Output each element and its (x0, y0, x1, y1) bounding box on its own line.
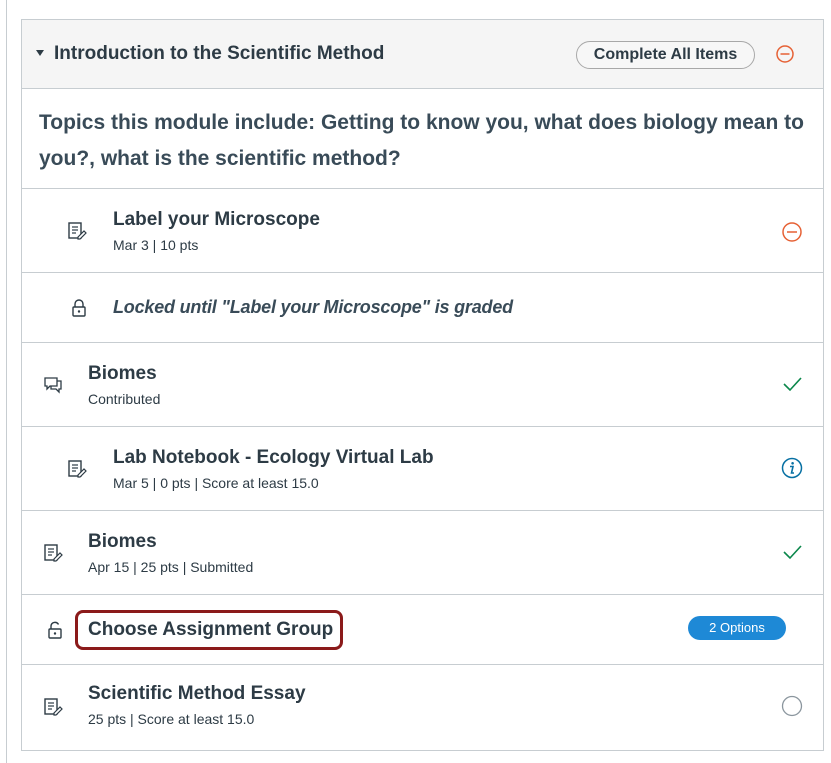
assignment-icon (68, 460, 87, 478)
item-meta: 25 pts | Score at least 15.0 (88, 711, 255, 727)
item-title[interactable]: Scientific Method Essay (88, 683, 306, 705)
assignment-icon (44, 698, 63, 716)
item-meta: Apr 15 | 25 pts | Submitted (88, 559, 254, 575)
module-header[interactable]: Introduction to the Scientific Method Co… (22, 20, 823, 89)
module-item-scientific-method-essay[interactable]: Scientific Method Essay 25 pts | Score a… (22, 665, 823, 749)
page-frame-border (6, 0, 7, 763)
module-title[interactable]: Introduction to the Scientific Method (54, 43, 384, 65)
empty-circle-icon (781, 695, 803, 717)
item-title[interactable]: Choose Assignment Group (88, 619, 333, 641)
item-title[interactable]: Biomes (88, 363, 157, 385)
module-item-locked-notice: Locked until "Label your Microscope" is … (22, 273, 823, 343)
item-meta: Contributed (88, 391, 161, 407)
minus-circle-icon (776, 45, 794, 63)
discussion-icon (44, 377, 62, 394)
info-icon[interactable] (781, 457, 803, 479)
item-title[interactable]: Biomes (88, 531, 157, 553)
module-container: Introduction to the Scientific Method Co… (21, 19, 824, 751)
module-item-label-microscope[interactable]: Label your Microscope Mar 3 | 10 pts (22, 189, 823, 273)
minus-circle-icon (782, 222, 802, 242)
item-title[interactable]: Label your Microscope (113, 209, 320, 231)
module-item-choose-assignment-group[interactable]: Choose Assignment Group 2 Options (22, 595, 823, 665)
complete-all-items-button[interactable]: Complete All Items (576, 41, 755, 69)
item-meta: Mar 3 | 10 pts (113, 237, 199, 253)
caret-down-icon[interactable] (36, 50, 44, 56)
check-icon (783, 377, 802, 392)
item-meta: Mar 5 | 0 pts | Score at least 15.0 (113, 475, 319, 491)
assignment-icon (68, 222, 87, 240)
assignment-icon (44, 544, 63, 562)
module-item-lab-notebook[interactable]: Lab Notebook - Ecology Virtual Lab Mar 5… (22, 427, 823, 511)
module-item-biomes-discussion[interactable]: Biomes Contributed (22, 343, 823, 427)
check-icon (783, 545, 802, 560)
lock-icon (72, 299, 86, 317)
module-description: Topics this module include: Getting to k… (22, 89, 823, 189)
unlock-icon (48, 621, 62, 639)
module-item-biomes-assignment[interactable]: Biomes Apr 15 | 25 pts | Submitted (22, 511, 823, 595)
item-title[interactable]: Lab Notebook - Ecology Virtual Lab (113, 447, 434, 469)
locked-until-text: Locked until "Label your Microscope" is … (113, 297, 513, 317)
options-badge[interactable]: 2 Options (688, 616, 786, 640)
